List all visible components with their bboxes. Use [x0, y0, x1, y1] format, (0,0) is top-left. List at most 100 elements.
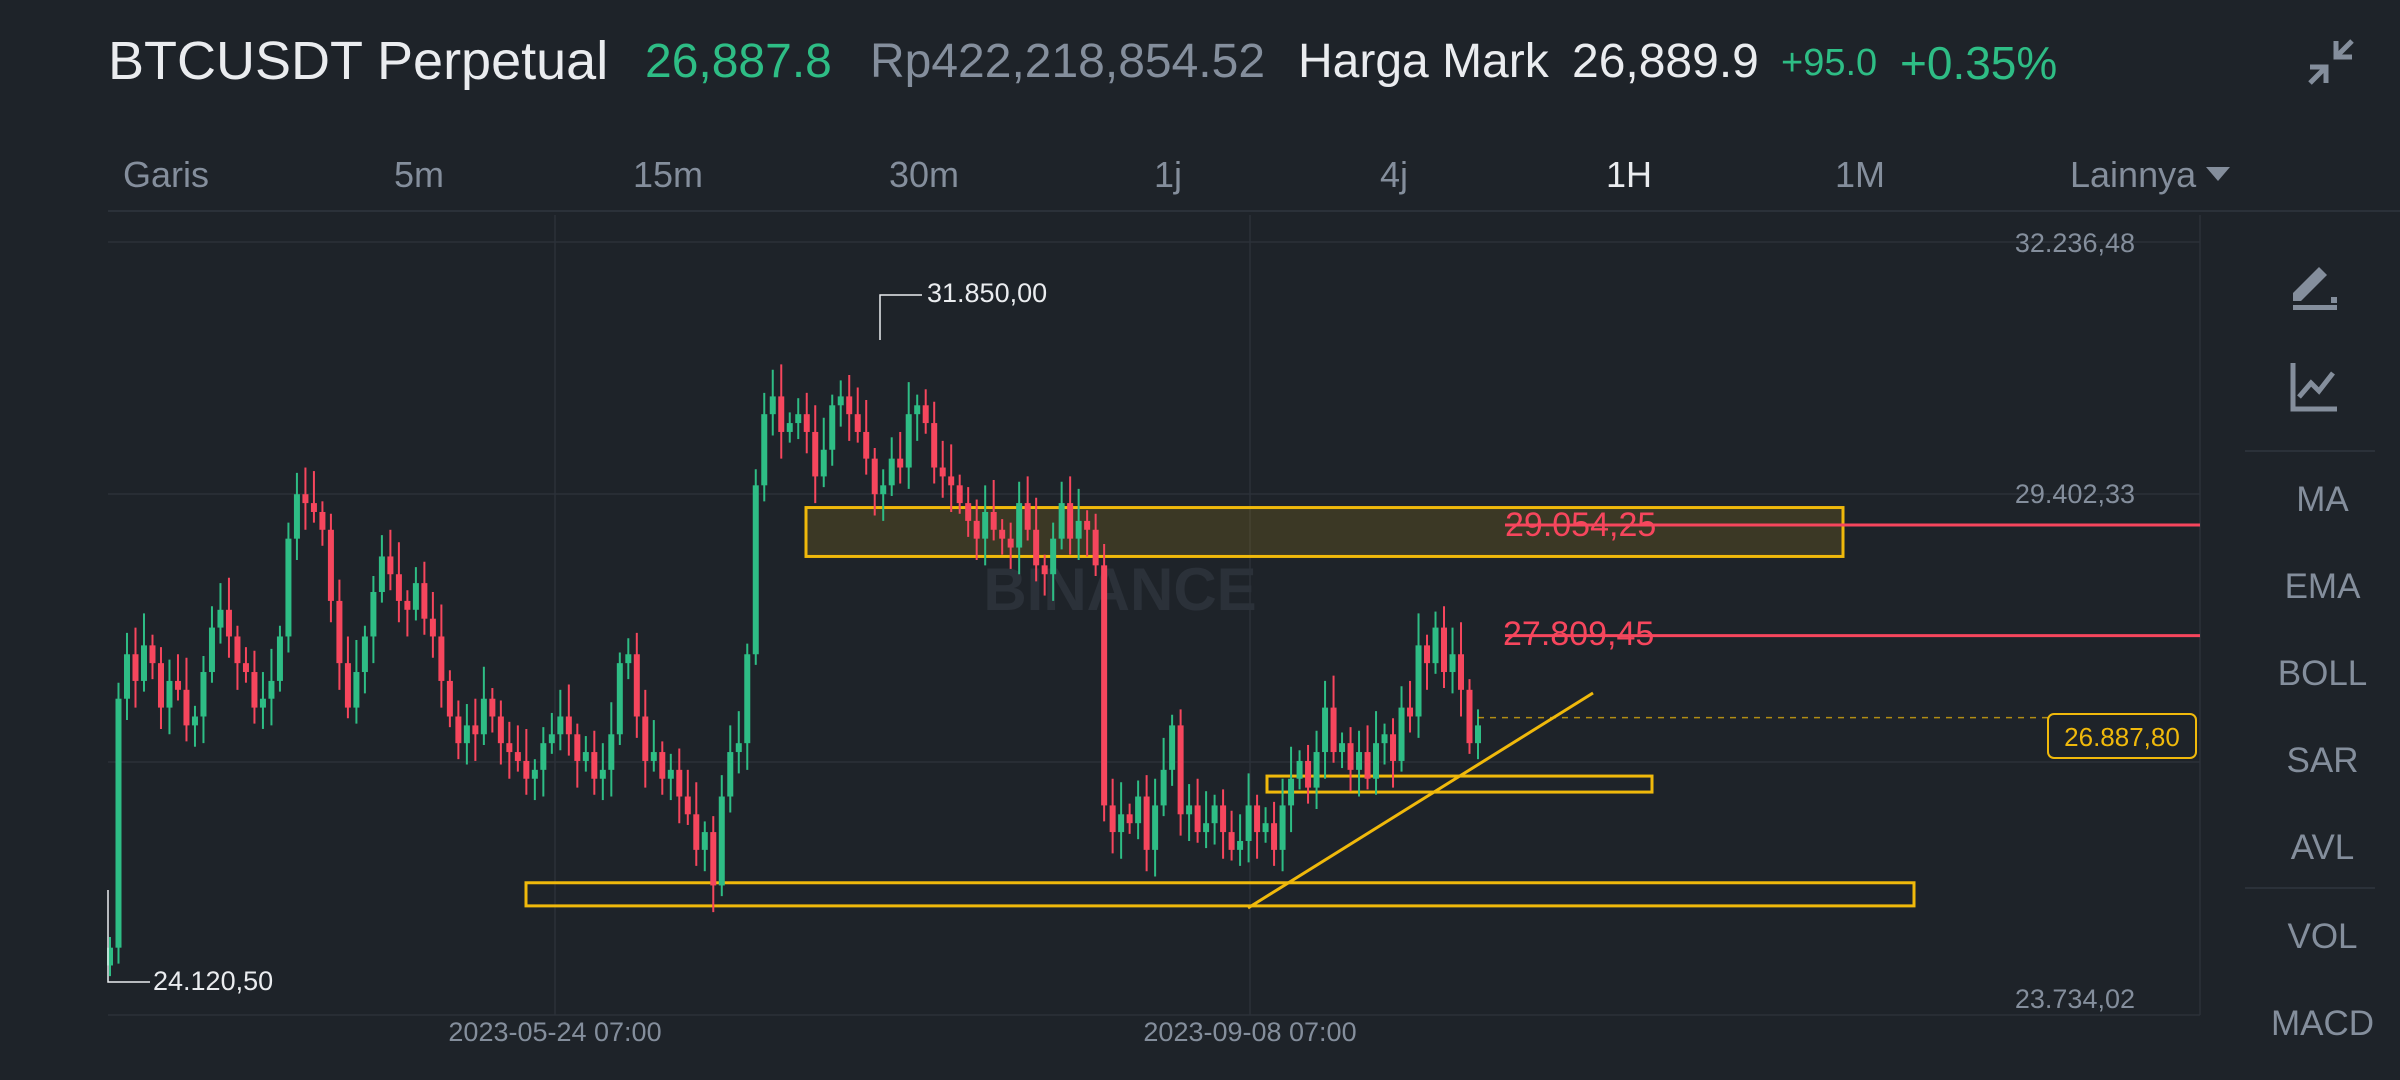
- candle-body: [540, 743, 547, 770]
- indicator-boll[interactable]: BOLL: [2245, 654, 2400, 694]
- candle-body: [1322, 707, 1329, 753]
- candle-body: [217, 609, 224, 628]
- candle-body: [1135, 796, 1142, 824]
- candle-body: [1424, 645, 1431, 664]
- candle-body: [693, 814, 700, 850]
- candle-body: [1415, 645, 1422, 717]
- candle-body: [1254, 805, 1261, 833]
- price-line-label-2: 27.809,45: [1503, 615, 1654, 653]
- candle-body: [268, 680, 275, 699]
- candle-body: [1220, 805, 1227, 833]
- x-axis-label-1: 2023-05-24 07:00: [448, 1017, 661, 1047]
- candle-body: [251, 672, 258, 708]
- candle-body: [174, 680, 181, 690]
- candle-body: [361, 636, 368, 673]
- indicator-avl[interactable]: AVL: [2245, 828, 2400, 868]
- candle-body: [1347, 743, 1354, 770]
- candle-body: [1432, 627, 1439, 664]
- candle-body: [421, 583, 428, 619]
- candle-body: [948, 476, 955, 486]
- candle-body: [1118, 814, 1125, 833]
- candle-body: [1475, 725, 1481, 744]
- indicator-tool-button[interactable]: [2275, 352, 2355, 422]
- candle-body: [854, 414, 861, 432]
- candles: [107, 364, 1481, 977]
- price-chart[interactable]: BINANCE 32.236,48 29.402,33 23.734,02 20…: [0, 0, 2400, 1080]
- candle-body: [973, 520, 980, 539]
- candle-body: [982, 511, 989, 539]
- candle-body: [140, 645, 147, 681]
- candle-body: [633, 654, 640, 717]
- indicator-ema[interactable]: EMA: [2245, 567, 2400, 607]
- candle-body: [132, 654, 139, 681]
- candle-body: [812, 431, 819, 477]
- indicator-sar[interactable]: SAR: [2245, 741, 2400, 781]
- low-marker-label: 24.120,50: [153, 966, 273, 996]
- candle-body: [727, 752, 734, 797]
- watermark: BINANCE: [983, 556, 1256, 623]
- candle-body: [1211, 805, 1218, 824]
- candle-body: [701, 832, 708, 850]
- candle-body: [1262, 823, 1269, 833]
- draw-tool-button[interactable]: [2275, 250, 2355, 320]
- candle-body: [1016, 503, 1023, 548]
- candle-body: [200, 672, 207, 717]
- candle-body: [1458, 654, 1465, 690]
- candle-body: [990, 511, 997, 530]
- candle-body: [489, 698, 496, 717]
- candle-body: [293, 494, 300, 539]
- candle-body: [1449, 654, 1456, 673]
- candle-body: [659, 752, 666, 779]
- y-axis-label-mid: 29.402,33: [2015, 479, 2135, 509]
- candle-body: [803, 414, 810, 432]
- candle-body: [1228, 832, 1235, 850]
- candle-body: [778, 396, 785, 432]
- indicator-vol[interactable]: VOL: [2245, 917, 2400, 957]
- y-axis-label-bottom: 23.734,02: [2015, 984, 2135, 1014]
- candle-body: [1084, 520, 1091, 530]
- candle-body: [616, 663, 623, 735]
- candle-body: [761, 414, 768, 486]
- candle-body: [1364, 752, 1371, 779]
- chart-toolbar: MA EMA BOLL SAR AVL VOL MACD: [2245, 212, 2400, 1080]
- indicator-macd[interactable]: MACD: [2245, 1004, 2400, 1044]
- current-price-label: 26.887,80: [2064, 722, 2180, 752]
- candle-body: [880, 485, 887, 495]
- candle-body: [523, 760, 530, 779]
- candle-body: [1356, 752, 1363, 770]
- candle-body: [1033, 529, 1040, 566]
- candle-body: [752, 485, 759, 655]
- candle-body: [1390, 734, 1397, 761]
- candle-body: [1126, 814, 1133, 824]
- candle-body: [387, 556, 394, 575]
- candle-body: [1041, 565, 1048, 575]
- candle-body: [1398, 707, 1405, 761]
- candle-body: [710, 832, 717, 886]
- candle-body: [965, 503, 972, 521]
- candle-body: [378, 556, 385, 593]
- candle-body: [1441, 627, 1448, 673]
- candle-body: [582, 752, 589, 761]
- high-marker-label: 31.850,00: [927, 278, 1047, 308]
- candle-body: [344, 663, 351, 708]
- candle-body: [1313, 752, 1320, 788]
- candle-body: [285, 538, 292, 637]
- candle-body: [591, 752, 598, 779]
- candle-body: [820, 449, 827, 477]
- candle-body: [684, 796, 691, 815]
- candle-body: [1296, 760, 1303, 779]
- candle-body: [1058, 503, 1065, 539]
- candle-body: [1169, 725, 1176, 770]
- candle-body: [1194, 805, 1201, 833]
- candle-body: [404, 600, 411, 610]
- high-marker: [879, 294, 922, 340]
- candle-body: [548, 734, 555, 744]
- indicator-ma[interactable]: MA: [2245, 480, 2400, 520]
- support-resistance-zone: [524, 881, 1916, 908]
- candle-body: [1109, 805, 1116, 833]
- candle-body: [1305, 760, 1312, 788]
- candle-body: [302, 494, 309, 504]
- candle-body: [412, 583, 419, 610]
- candle-body: [455, 716, 462, 744]
- low-marker: [107, 890, 150, 983]
